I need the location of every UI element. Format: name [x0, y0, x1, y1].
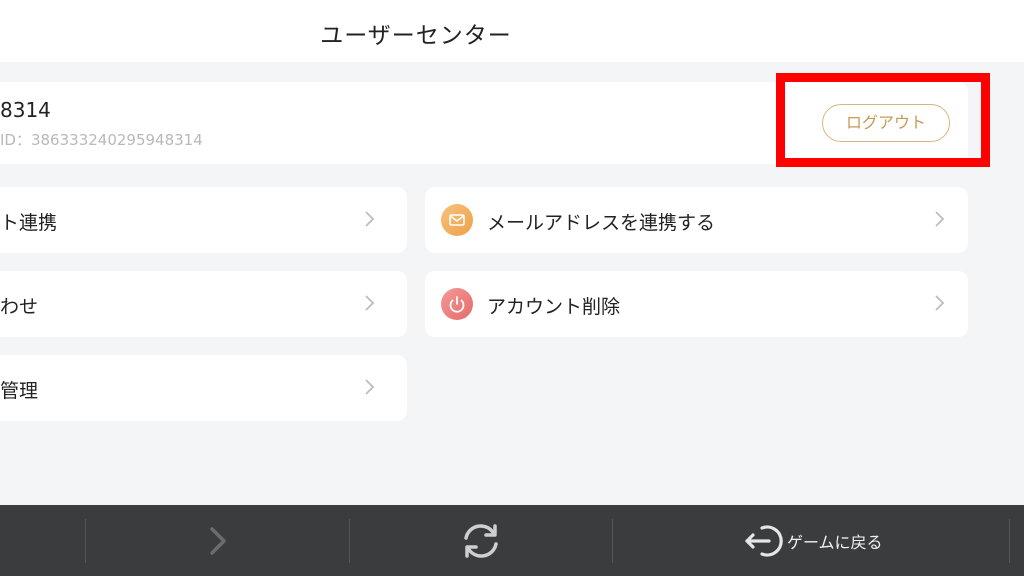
menu-item-delete-account[interactable]: アカウント削除: [425, 271, 968, 337]
chevron-right-icon: [365, 295, 375, 311]
toolbar-divider: [1009, 519, 1010, 563]
menu-item-label: メールアドレスを連携する: [487, 212, 716, 234]
chevron-right-icon: [365, 211, 375, 227]
menu-item-account-link[interactable]: ト連携: [0, 187, 407, 253]
menu-item-label: 管理: [0, 380, 39, 402]
menu-item-label: わせ: [0, 296, 39, 318]
menu-item-label: ト連携: [0, 212, 58, 234]
power-icon: [441, 288, 473, 320]
exit-icon: [745, 525, 783, 557]
mail-icon: [441, 204, 473, 236]
chevron-right-icon: [935, 211, 945, 227]
chevron-right-icon: [365, 379, 375, 395]
menu-item-link-email[interactable]: メールアドレスを連携する: [425, 187, 968, 253]
highlight-box: [776, 73, 990, 167]
toolbar-divider: [85, 519, 86, 563]
forward-icon[interactable]: [200, 517, 236, 565]
user-name: 8314: [0, 98, 51, 122]
bottom-toolbar: ゲームに戻る: [0, 505, 1024, 576]
refresh-icon[interactable]: [457, 517, 505, 565]
header-bar: ユーザーセンター: [0, 0, 1024, 62]
toolbar-divider: [349, 519, 350, 563]
back-to-game-label: ゲームに戻る: [787, 533, 883, 552]
page-title: ユーザーセンター: [320, 23, 512, 49]
menu-item-contact[interactable]: わせ: [0, 271, 407, 337]
user-id: ID：386333240295948314: [0, 131, 203, 149]
toolbar-divider: [612, 519, 613, 563]
menu-item-label: アカウント削除: [487, 296, 621, 318]
menu-item-management[interactable]: 管理: [0, 355, 407, 421]
chevron-right-icon: [935, 295, 945, 311]
